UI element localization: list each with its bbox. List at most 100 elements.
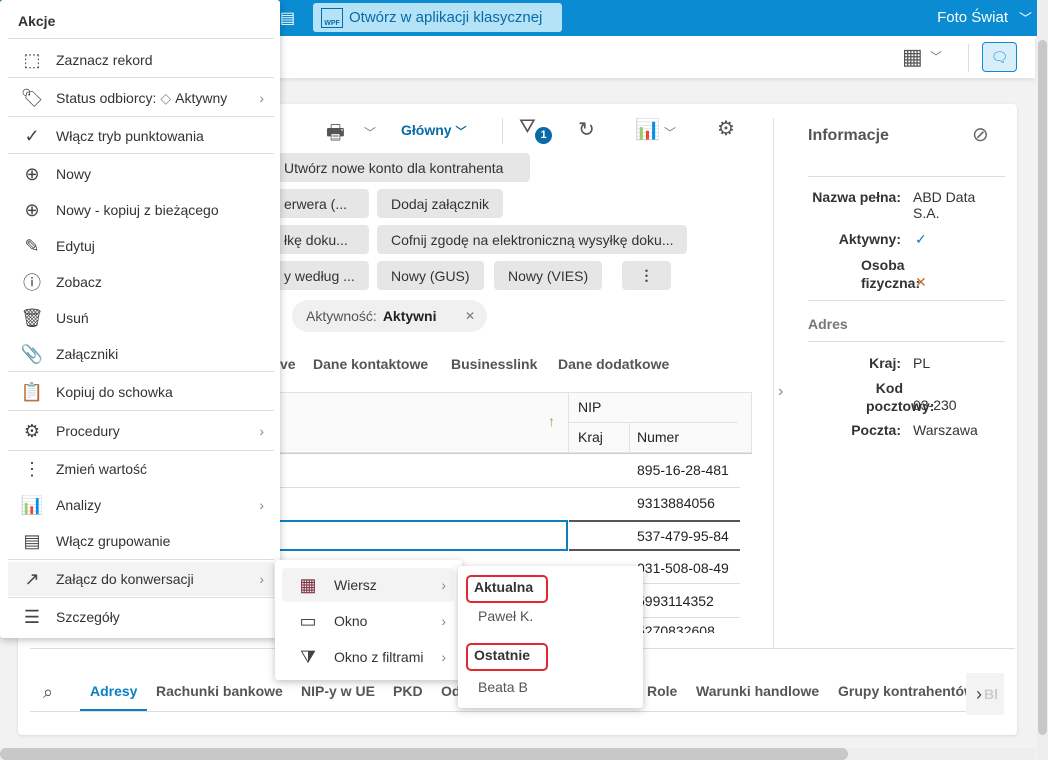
- layout-icon[interactable]: ▦: [902, 44, 923, 70]
- chevron-down-icon[interactable]: ﹀: [664, 124, 676, 141]
- action-button[interactable]: erwera (...: [270, 189, 369, 218]
- recent-section-title: Ostatnie: [466, 643, 548, 671]
- menu-item-analizy[interactable]: 📊 Analizy ›: [8, 488, 274, 522]
- divider: [629, 422, 630, 453]
- wpf-icon: WPF: [321, 7, 343, 28]
- action-button[interactable]: y według ...: [270, 261, 369, 290]
- chevron-down-icon[interactable]: ﹀: [930, 48, 942, 65]
- close-icon[interactable]: ✕: [465, 309, 475, 323]
- action-button[interactable]: łkę doku...: [270, 225, 369, 254]
- tab[interactable]: Rachunki bankowe: [156, 683, 283, 699]
- tab[interactable]: Bl: [984, 686, 998, 702]
- open-classic-label: Otwórz w aplikacji klasycznej: [349, 9, 543, 26]
- eye-off-icon[interactable]: ⊘: [972, 122, 989, 147]
- sort-arrow-up-icon[interactable]: ↑: [548, 413, 555, 429]
- user-item[interactable]: Beata B: [478, 679, 528, 695]
- menu-item-nowy[interactable]: ⊕ Nowy: [8, 157, 274, 191]
- share-icon: ↗: [24, 568, 40, 589]
- info-label: Aktywny:: [838, 231, 901, 247]
- chat-button[interactable]: 🗨: [982, 42, 1017, 72]
- new-gus-button[interactable]: Nowy (GUS): [377, 261, 484, 290]
- info-label: Kraj:: [869, 355, 901, 371]
- tab[interactable]: PKD: [393, 683, 423, 699]
- chat-icon: 🗨: [990, 48, 1009, 65]
- menu-item-zmien-wartosc[interactable]: ⋮ Zmień wartość: [8, 452, 274, 486]
- more-icon[interactable]: ⋮: [622, 261, 671, 290]
- column-header-nip[interactable]: NIP: [578, 399, 601, 415]
- menu-item-zobacz[interactable]: ⓘ Zobacz: [8, 265, 274, 299]
- menu-title: Akcje: [18, 13, 56, 29]
- selected-cell[interactable]: [270, 520, 568, 551]
- menu-item-edytuj[interactable]: ✎ Edytuj: [8, 229, 274, 263]
- address-title: Adres: [808, 316, 848, 332]
- column-header-kraj[interactable]: Kraj: [578, 429, 603, 445]
- revoke-consent-button[interactable]: Cofnij zgodę na elektroniczną wysyłkę do…: [377, 225, 688, 254]
- vertical-scrollbar[interactable]: [1038, 40, 1047, 735]
- chevron-right-icon[interactable]: › Bl: [966, 673, 1004, 715]
- search-list-icon[interactable]: ⌕: [43, 682, 53, 703]
- menu-item-punktowanie[interactable]: ✓ Włącz tryb punktowania: [8, 119, 274, 153]
- menu-item-zalaczniki[interactable]: 📎 Załączniki: [8, 337, 274, 371]
- table-row[interactable]: 5993114352: [637, 593, 714, 609]
- tab[interactable]: Grupy kontrahentów: [838, 683, 971, 699]
- action-button[interactable]: Utwórz nowe konto dla kontrahenta: [270, 153, 530, 182]
- tab[interactable]: ve: [280, 356, 296, 372]
- tab-adresy[interactable]: Adresy: [90, 683, 137, 699]
- chevron-down-icon[interactable]: ﹀: [1019, 8, 1032, 27]
- submenu-item-wiersz[interactable]: ▦ Wiersz ›: [282, 568, 454, 602]
- table-row[interactable]: 9313884056: [637, 495, 715, 511]
- tab[interactable]: NIP-y w UE: [301, 683, 375, 699]
- tab[interactable]: Warunki handlowe: [696, 683, 819, 699]
- company-selector[interactable]: Foto Świat: [937, 9, 1008, 26]
- tab[interactable]: Role: [647, 683, 677, 699]
- menu-item-nowy-kopiuj[interactable]: ⊕ Nowy - kopiuj z bieżącego: [8, 193, 274, 227]
- horizontal-scrollbar[interactable]: [0, 748, 848, 760]
- menu-item-usun[interactable]: 🗑 Usuń: [8, 301, 274, 335]
- view-selector[interactable]: Główny ﹀: [401, 122, 466, 139]
- table-row[interactable]: 895-16-28-481: [637, 462, 729, 478]
- chart-icon[interactable]: 📊: [635, 117, 660, 142]
- chevron-down-icon[interactable]: ﹀: [364, 124, 376, 141]
- filter-icon[interactable]: ⛛: [519, 116, 536, 139]
- chevron-right-icon: ›: [441, 649, 446, 665]
- menu-item-grupowanie[interactable]: ▤ Włącz grupowanie: [8, 524, 274, 558]
- user-item[interactable]: Paweł K.: [478, 608, 533, 624]
- info-value: 03-230: [913, 397, 957, 413]
- tab-dane-dodatkowe[interactable]: Dane dodatkowe: [558, 356, 669, 372]
- print-icon[interactable]: 🖶: [326, 118, 345, 152]
- menu-item-procedury[interactable]: ⚙ Procedury ›: [8, 414, 274, 448]
- chevron-right-icon[interactable]: ›: [778, 383, 783, 401]
- refresh-icon[interactable]: ↻: [578, 117, 595, 142]
- menu-item-status-odbiorcy[interactable]: 🏷 Status odbiorcy: ◇ Aktywny ›: [8, 81, 274, 115]
- divider: [568, 422, 738, 423]
- table-row[interactable]: 537-479-95-84: [637, 528, 729, 544]
- divider: [773, 118, 774, 648]
- filter-chip-label: Aktywność:: [306, 308, 377, 324]
- filter-chip[interactable]: Aktywność: Aktywni ✕: [292, 300, 487, 332]
- clipboard-icon: 📋: [20, 381, 44, 402]
- open-classic-button[interactable]: WPF Otwórz w aplikacji klasycznej: [313, 3, 562, 32]
- news-icon[interactable]: ▤: [280, 8, 295, 28]
- menu-item-zaznacz-rekord[interactable]: ⬚ Zaznacz rekord: [8, 43, 274, 77]
- menu-item-kopiuj[interactable]: 📋 Kopiuj do schowka: [8, 375, 274, 409]
- gear-icon[interactable]: ⚙: [717, 116, 735, 141]
- divider: [502, 118, 503, 144]
- table-row[interactable]: 5270832608: [637, 624, 715, 633]
- chart-icon: 📊: [20, 494, 44, 515]
- info-value: Warszawa: [913, 422, 978, 438]
- menu-item-szczegoly[interactable]: ☰ Szczegóły: [8, 600, 274, 634]
- info-label: Poczta:: [851, 422, 901, 438]
- add-attachment-button[interactable]: Dodaj załącznik: [377, 189, 504, 218]
- submenu-item-okno[interactable]: ▭ Okno ›: [282, 604, 454, 638]
- tab-dane-kontaktowe[interactable]: Dane kontaktowe: [313, 356, 428, 372]
- filter-count-badge: 1: [535, 127, 552, 144]
- tab-businesslink[interactable]: Businesslink: [451, 356, 537, 372]
- users-submenu: Aktualna Paweł K. Ostatnie Beata B: [458, 566, 643, 708]
- procedure-icon: ⚙: [23, 420, 41, 441]
- info-label: Nazwa pełna:: [812, 189, 901, 205]
- new-vies-button[interactable]: Nowy (VIES): [494, 261, 603, 290]
- submenu-item-okno-z-filtrami[interactable]: ⧩ Okno z filtrami ›: [282, 640, 454, 674]
- column-header-numer[interactable]: Numer: [637, 429, 679, 445]
- menu-item-zalacz-do-konwersacji[interactable]: ↗ Załącz do konwersacji ›: [8, 562, 274, 596]
- table-row[interactable]: 031-508-08-49: [637, 560, 729, 576]
